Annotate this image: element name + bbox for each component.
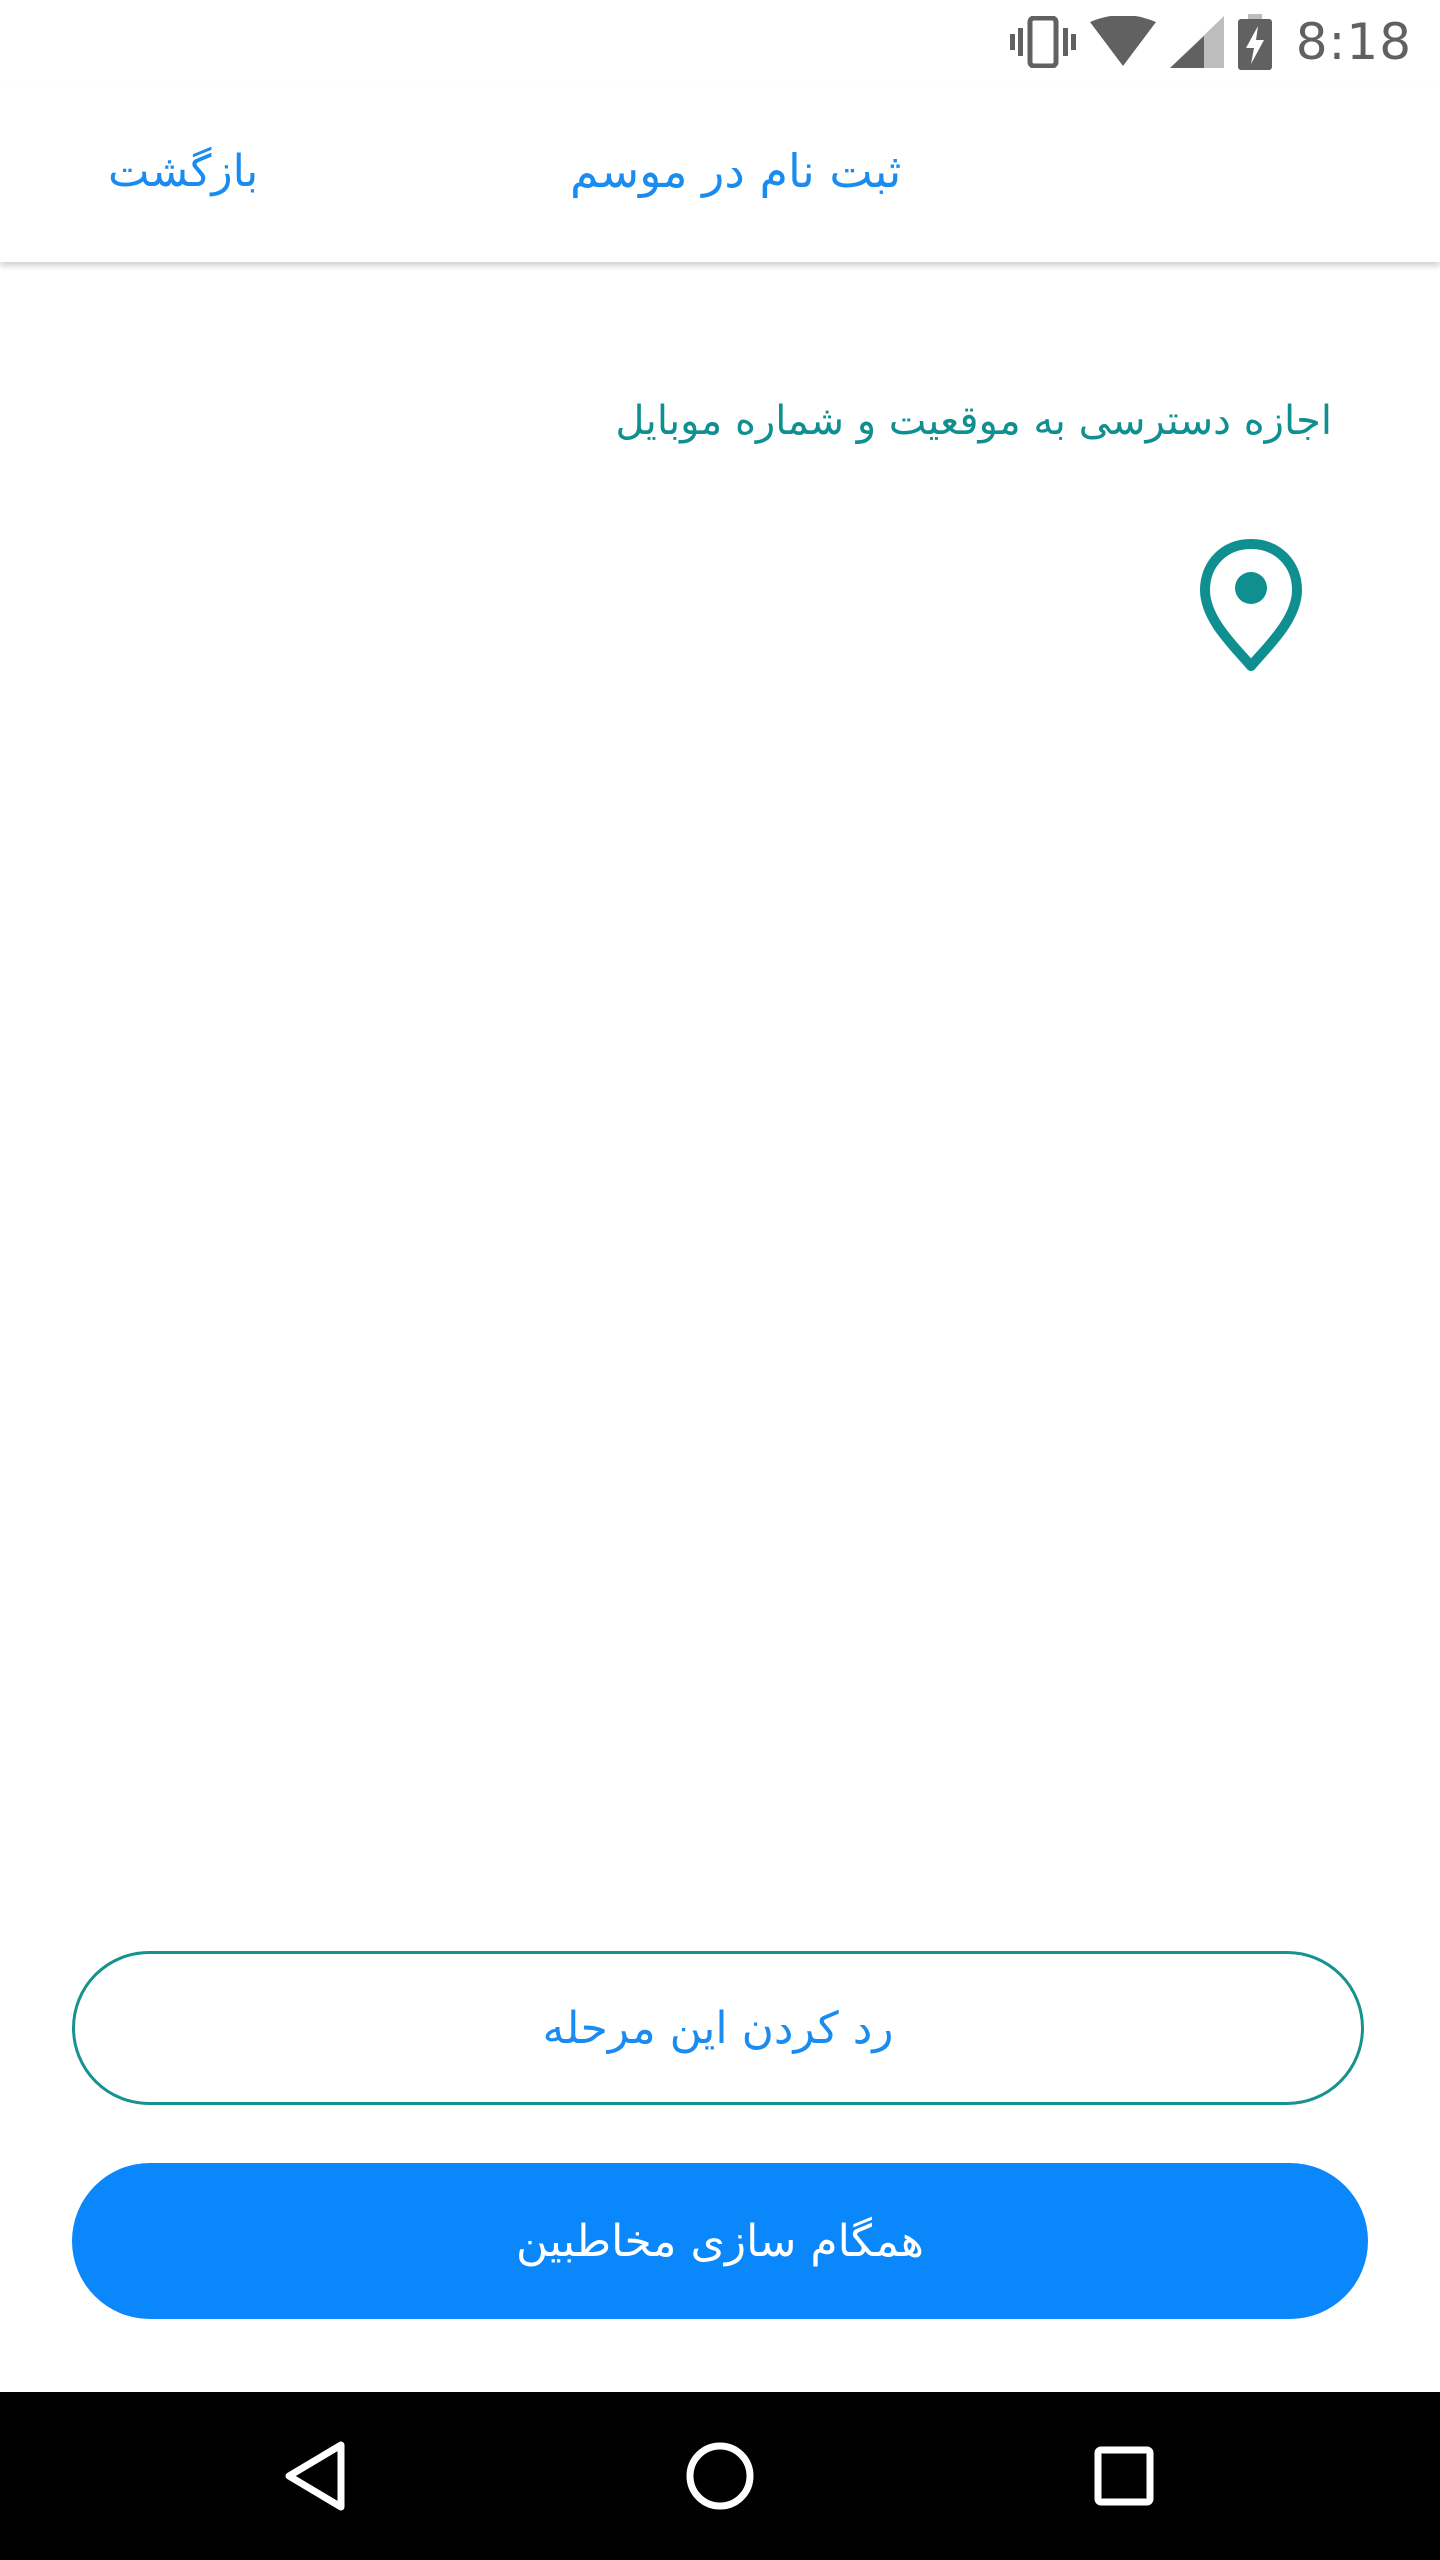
app-header: بازگشت ثبت نام در موسم — [0, 84, 1440, 262]
location-pin-icon — [1200, 539, 1302, 671]
back-button[interactable]: بازگشت — [108, 146, 258, 197]
navigation-bar — [0, 2392, 1440, 2560]
screen: 8:18 بازگشت ثبت نام در موسم اجازه دسترسی… — [0, 0, 1440, 2560]
recents-square-icon — [1094, 2446, 1154, 2506]
status-icons: 8:18 — [1009, 10, 1412, 74]
sync-contacts-button[interactable]: همگام سازی مخاطبین — [72, 2163, 1368, 2319]
skip-step-button[interactable]: رد کردن این مرحله — [72, 1951, 1364, 2105]
skip-step-label: رد کردن این مرحله — [542, 2002, 894, 2054]
battery-charging-icon — [1237, 14, 1272, 70]
nav-recents-button[interactable] — [1082, 2434, 1166, 2518]
signal-icon — [1169, 16, 1224, 68]
sync-contacts-label: همگام سازی مخاطبین — [516, 2215, 924, 2267]
page-title: ثبت نام در موسم — [570, 144, 902, 198]
status-time: 8:18 — [1295, 13, 1412, 71]
permission-text: اجازه دسترسی به موقعیت و شماره موبایل — [615, 398, 1332, 444]
home-circle-icon — [686, 2442, 754, 2510]
back-triangle-icon — [285, 2441, 345, 2511]
nav-home-button[interactable] — [678, 2434, 762, 2518]
nav-back-button[interactable] — [274, 2434, 358, 2518]
vibrate-icon — [1009, 16, 1076, 68]
status-bar: 8:18 — [0, 0, 1440, 84]
wifi-icon — [1089, 16, 1156, 66]
